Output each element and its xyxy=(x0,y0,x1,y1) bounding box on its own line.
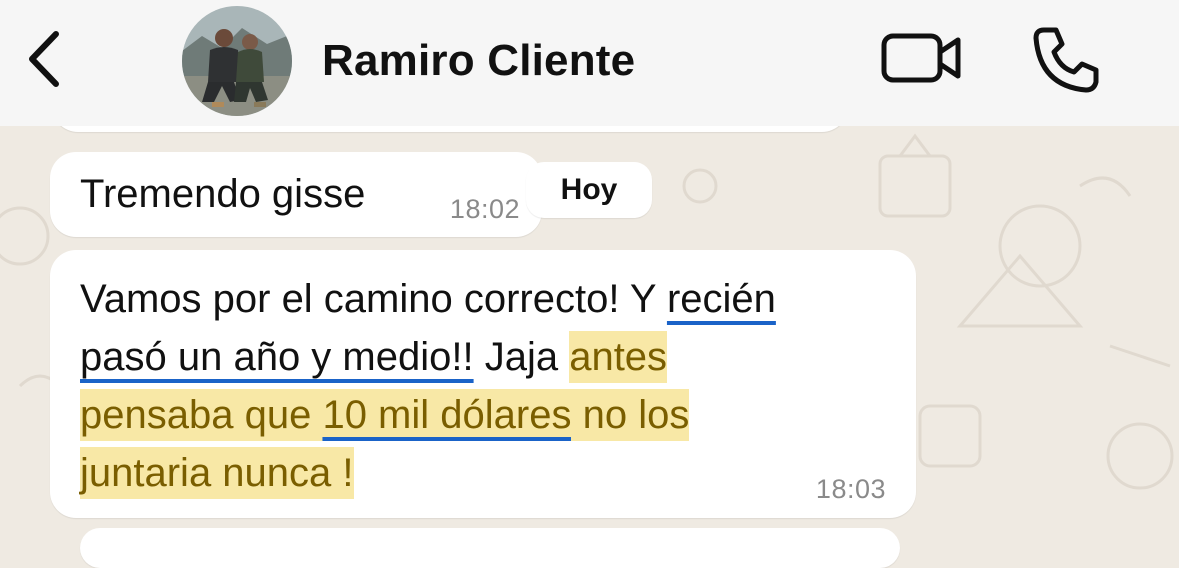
message-bubble[interactable]: Vamos por el camino correcto! Y recién p… xyxy=(50,250,916,518)
highlighted-text: pensaba que xyxy=(80,389,323,441)
chat-header: Ramiro Cliente xyxy=(0,0,1179,126)
message-line: pasó un año y medio!! Jaja antes xyxy=(80,331,668,383)
message-line: juntaria nunca ! xyxy=(80,447,354,499)
message-line: Vamos por el camino correcto! Y recién xyxy=(80,276,776,322)
highlighted-text: antes xyxy=(569,331,668,383)
video-camera-icon[interactable] xyxy=(880,28,964,88)
message-text: Tremendo gisse xyxy=(80,172,366,216)
message-bubble[interactable]: Tremendo gisse 18:02 xyxy=(50,152,542,237)
message-text: Jaja xyxy=(473,335,570,379)
highlighted-text: juntaria nunca ! xyxy=(80,447,354,499)
message-time: 18:03 xyxy=(815,474,886,504)
highlighted-underlined-text: 10 mil dólares xyxy=(322,389,572,441)
day-separator: Hoy xyxy=(526,162,652,218)
avatar[interactable] xyxy=(182,6,292,116)
contact-name[interactable]: Ramiro Cliente xyxy=(322,36,635,86)
highlighted-text: no los xyxy=(571,389,690,441)
phone-icon[interactable] xyxy=(1030,24,1100,94)
message-line: pensaba que 10 mil dólares no los xyxy=(80,389,690,441)
message-text: Vamos por el camino correcto! Y xyxy=(80,277,667,321)
underlined-text: pasó un año y medio!! xyxy=(80,335,474,379)
next-message-bubble xyxy=(80,528,900,568)
underlined-text: recién xyxy=(666,277,776,321)
chevron-left-icon[interactable] xyxy=(20,24,70,94)
message-time: 18:02 xyxy=(449,194,520,224)
